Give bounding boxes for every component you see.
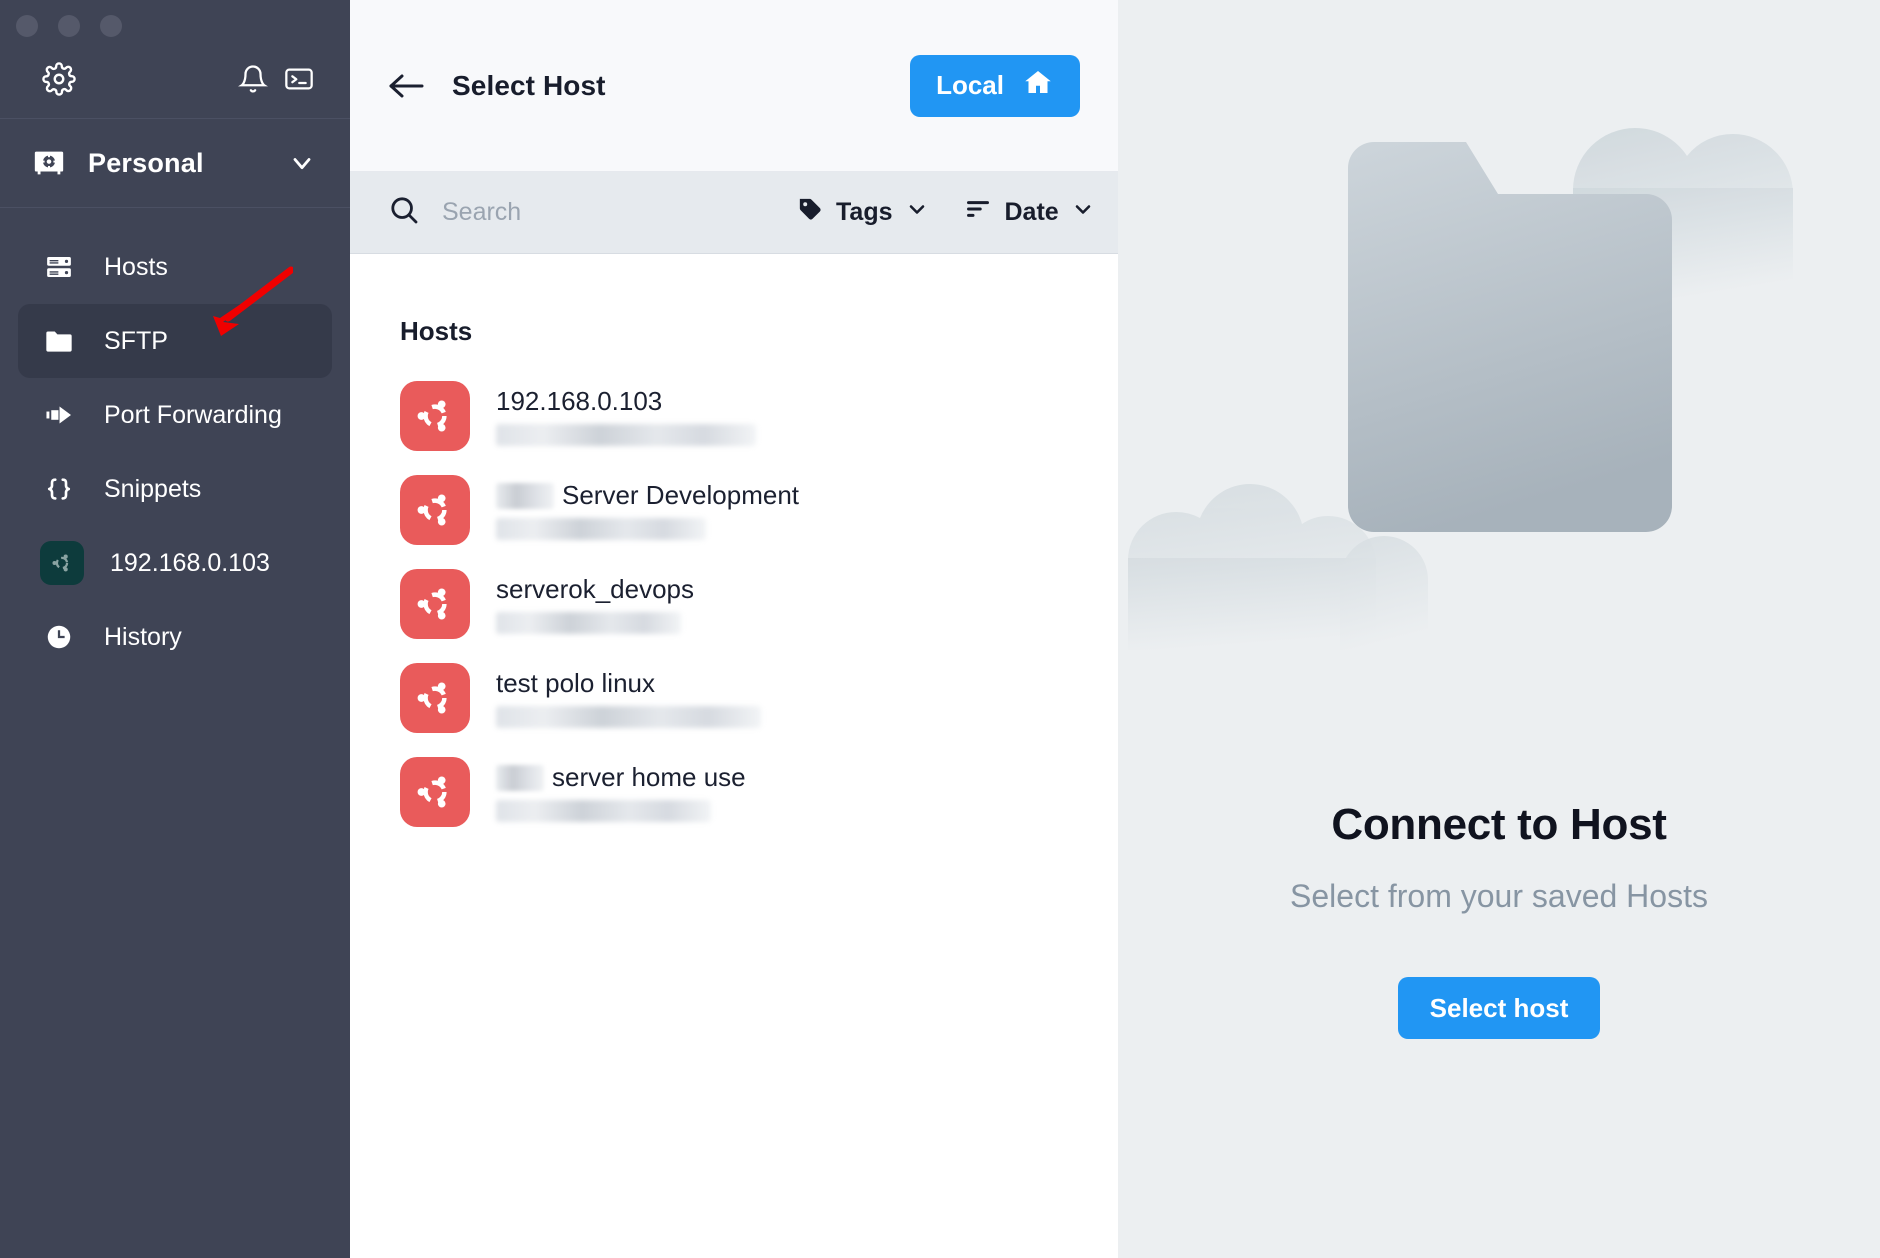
host-list-item[interactable]: server home use: [350, 745, 1118, 839]
tags-filter-button[interactable]: Tags: [796, 195, 929, 230]
filter-bar: Tags Date: [350, 172, 1118, 254]
folder-and-clouds-illustration: [1128, 127, 1793, 650]
host-name-text: server home use: [552, 762, 746, 792]
panel-header: Select Host Local: [350, 0, 1118, 172]
redacted-host-subtitle: [496, 612, 681, 634]
host-text: test polo linux: [496, 668, 761, 728]
host-list: 192.168.0.103 Server Development serverok_…: [350, 347, 1118, 839]
page-title: Select Host: [452, 69, 606, 101]
host-name-text: test polo linux: [496, 668, 655, 698]
folder-icon: [40, 324, 78, 358]
host-name-text: serverok_devops: [496, 574, 694, 604]
local-button-label: Local: [936, 70, 1004, 100]
sidebar-item-hosts[interactable]: Hosts: [18, 230, 332, 304]
sidebar-toolbar: [0, 40, 350, 118]
sidebar-item-label: Snippets: [104, 474, 202, 503]
sidebar-item-sftp[interactable]: SFTP: [18, 304, 332, 378]
ubuntu-icon: [400, 569, 470, 639]
sidebar: Personal Hosts SFTP Port Forwarding Snip…: [0, 0, 350, 1258]
redacted-name-prefix: [496, 764, 544, 791]
window-traffic-lights: [0, 0, 350, 40]
sidebar-item-snippets[interactable]: Snippets: [18, 452, 332, 526]
search-input[interactable]: [442, 198, 762, 227]
settings-icon[interactable]: [36, 56, 82, 102]
date-sort-label: Date: [1004, 198, 1059, 226]
redacted-host-subtitle: [496, 706, 761, 728]
host-text: 192.168.0.103: [496, 386, 756, 446]
server-icon: [40, 250, 78, 284]
host-list-item[interactable]: serverok_devops: [350, 557, 1118, 651]
host-list-item[interactable]: 192.168.0.103: [350, 369, 1118, 463]
bell-icon[interactable]: [230, 56, 276, 102]
vault-icon: [32, 146, 66, 180]
ubuntu-icon: [400, 663, 470, 733]
sidebar-item-label: History: [104, 622, 182, 651]
host-picker-panel: Select Host Local Search Tags Date Hosts…: [350, 0, 1238, 1258]
vault-name: Personal: [88, 147, 204, 178]
sort-icon: [963, 195, 993, 230]
sidebar-item-label: Hosts: [104, 252, 168, 281]
host-name-text: 192.168.0.103: [496, 386, 663, 416]
host-name: test polo linux: [496, 668, 761, 699]
empty-state-panel: Connect to Host Select from your saved H…: [1118, 0, 1880, 1258]
ubuntu-icon: [400, 381, 470, 451]
local-button[interactable]: Local: [910, 54, 1080, 117]
close-button[interactable]: [16, 15, 38, 37]
minimize-button[interactable]: [58, 15, 80, 37]
chevron-down-icon[interactable]: [288, 149, 316, 177]
sidebar-nav: Hosts SFTP Port Forwarding Snippets 192.…: [0, 208, 350, 674]
redacted-host-subtitle: [496, 800, 711, 822]
braces-icon: [40, 472, 78, 506]
redacted-host-subtitle: [496, 424, 756, 446]
host-text: Server Development: [496, 480, 799, 540]
host-list-item[interactable]: Server Development: [350, 463, 1118, 557]
sidebar-item-port-forwarding[interactable]: Port Forwarding: [18, 378, 332, 452]
host-list-item[interactable]: test polo linux: [350, 651, 1118, 745]
select-host-button[interactable]: Select host: [1397, 977, 1601, 1039]
sidebar-item-label: 192.168.0.103: [110, 548, 270, 577]
redacted-name-prefix: [496, 482, 554, 509]
back-button[interactable]: [386, 63, 432, 109]
home-icon: [1022, 67, 1054, 104]
host-name: serverok_devops: [496, 574, 694, 605]
ubuntu-icon: [40, 541, 84, 585]
host-name: 192.168.0.103: [496, 386, 756, 417]
host-name: Server Development: [496, 480, 799, 511]
host-text: server home use: [496, 762, 746, 822]
clock-icon: [40, 620, 78, 654]
ubuntu-icon: [400, 757, 470, 827]
search-icon: [388, 194, 420, 231]
sidebar-item-label: SFTP: [104, 326, 168, 355]
list-heading: Hosts: [400, 316, 473, 346]
sidebar-item-history[interactable]: History: [18, 600, 332, 674]
chevron-down-icon: [905, 197, 929, 228]
chevron-down-icon: [1071, 197, 1095, 228]
maximize-button[interactable]: [100, 15, 122, 37]
redacted-host-subtitle: [496, 518, 706, 540]
search-field[interactable]: [388, 194, 762, 231]
date-sort-button[interactable]: Date: [963, 195, 1095, 230]
vault-selector[interactable]: Personal: [0, 119, 350, 207]
host-name: server home use: [496, 762, 746, 793]
empty-state-subtitle: Select from your saved Hosts: [1290, 878, 1708, 914]
port-forward-icon: [40, 398, 78, 432]
host-name-text: Server Development: [562, 480, 799, 510]
host-text: serverok_devops: [496, 574, 694, 634]
empty-state-title: Connect to Host: [1331, 800, 1667, 849]
sidebar-item-label: Port Forwarding: [104, 400, 282, 429]
empty-state-copy: Connect to Host Select from your saved H…: [1118, 800, 1880, 1039]
host-list-area: Hosts 192.168.0.103 Server Development ser…: [350, 254, 1118, 1258]
terminal-icon[interactable]: [276, 56, 322, 102]
tag-icon: [796, 195, 824, 230]
ubuntu-icon: [400, 475, 470, 545]
sidebar-item-192-168-0-103[interactable]: 192.168.0.103: [18, 526, 332, 600]
app-window: Personal Hosts SFTP Port Forwarding Snip…: [0, 0, 1880, 1258]
tags-filter-label: Tags: [836, 198, 893, 226]
